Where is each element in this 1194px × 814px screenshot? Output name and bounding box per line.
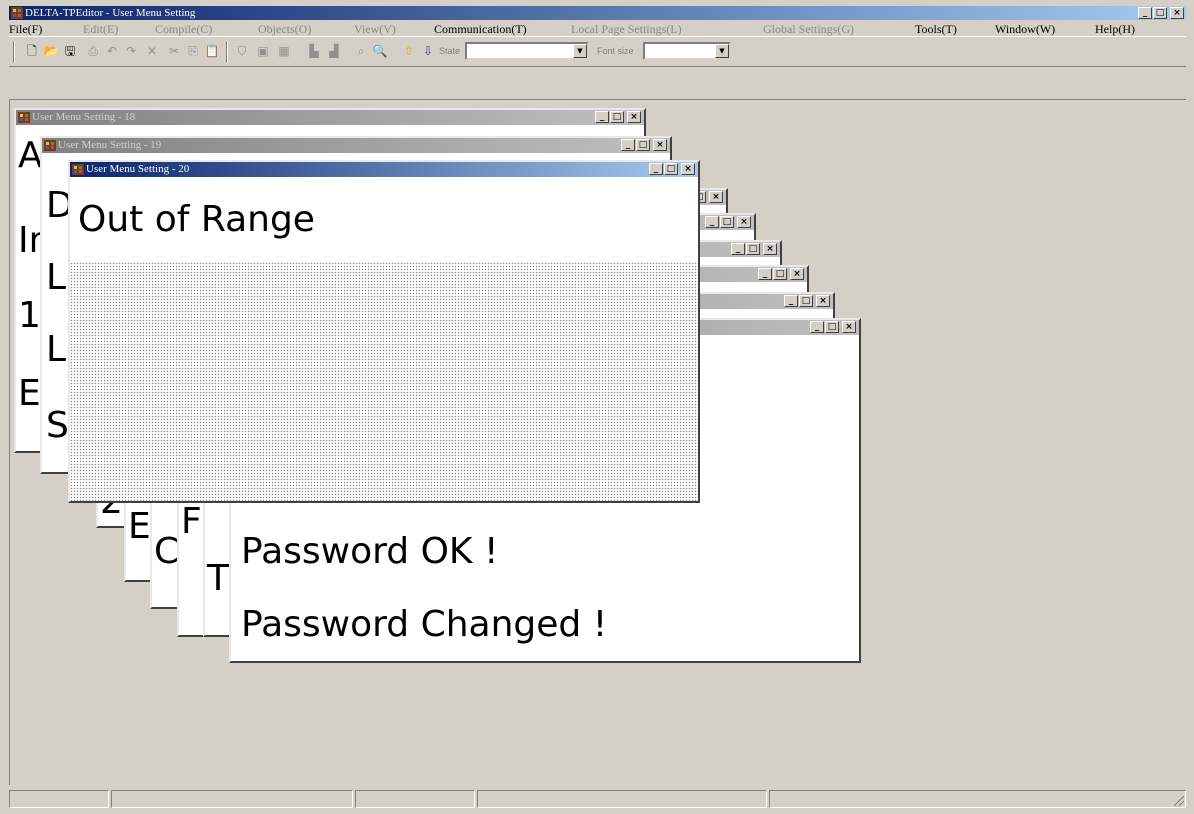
window-title: User Menu Setting - 20 [86,163,190,175]
minimize-button[interactable]: _ [705,216,719,228]
window-title-bar[interactable]: User Menu Setting - 19 _ □ × [42,138,670,153]
maximize-button[interactable]: □ [1153,7,1167,19]
arrow-down-icon[interactable]: ⇩ [419,42,437,60]
window-title-bar[interactable]: User Menu Setting - 18 _ □ × [16,110,644,125]
maximize-button[interactable]: □ [610,111,624,123]
maximize-button[interactable]: □ [746,243,760,255]
status-panel [477,790,767,808]
close-button[interactable]: × [790,268,804,280]
state-label: State [439,46,461,56]
undo-icon[interactable]: ↶ [103,42,121,60]
copy-icon[interactable]: ⎘ [184,42,202,60]
password-changed-text: Password Changed ! [241,604,608,645]
close-button[interactable]: × [709,191,723,203]
status-bar [9,788,1186,808]
maximize-button[interactable]: □ [636,139,650,151]
save-icon[interactable]: 🖫 [61,42,79,60]
state-combo[interactable]: ▼ [465,42,589,60]
dot-grid-canvas[interactable] [70,262,698,501]
minimize-button[interactable]: _ [731,243,745,255]
window-title-bar[interactable]: User Menu Setting - 20 _ □ × [70,162,698,177]
redo-icon[interactable]: ↷ [122,42,140,60]
maximize-button[interactable]: □ [664,163,678,175]
toolbar-grip [13,41,15,63]
minimize-button[interactable]: _ [595,111,609,123]
app-icon [11,7,23,19]
menu-text: 1 [18,295,41,336]
minimize-button[interactable]: _ [758,268,772,280]
app-title-bar[interactable]: DELTA-TPEditor - User Menu Setting _ □ × [9,6,1186,20]
font-size-label: Font size [597,46,634,56]
minimize-button[interactable]: _ [810,321,824,333]
maximize-button[interactable]: □ [773,268,787,280]
menu-text: F [181,501,202,542]
status-panel [769,790,1186,808]
menu-text: A [18,135,43,176]
resize-grip-icon[interactable] [1174,796,1184,806]
out-of-range-text: Out of Range [78,199,315,240]
window-user-menu-20[interactable]: User Menu Setting - 20 _ □ × Out of Rang… [68,160,700,503]
minimize-button[interactable]: _ [784,295,798,307]
zoom-in-icon[interactable]: 🔍 [371,42,389,60]
minimize-button[interactable]: _ [1138,7,1152,19]
menu-text: L [46,329,67,370]
status-panel [111,790,353,808]
compile-icon[interactable]: ⛉ [233,42,251,60]
zoom-out-icon[interactable]: ⌕ [352,42,370,60]
menu-text: E [18,373,41,414]
window-title: User Menu Setting - 19 [58,139,162,151]
menu-text: S [46,405,69,446]
chevron-down-icon[interactable]: ▼ [573,44,587,58]
maximize-button[interactable]: □ [799,295,813,307]
new-icon[interactable]: 🗋 [23,42,41,60]
password-ok-text: Password OK ! [241,531,499,572]
close-button[interactable]: × [653,139,667,151]
close-button[interactable]: × [816,295,830,307]
minimize-button[interactable]: _ [621,139,635,151]
minimize-button[interactable]: _ [649,163,663,175]
close-button[interactable]: × [1170,7,1184,19]
upload-icon[interactable]: ▣ [254,42,272,60]
chevron-down-icon[interactable]: ▼ [715,44,729,58]
menu-text: E [128,506,151,547]
menu-text: C [154,531,180,572]
paste-icon[interactable]: 📋 [203,42,221,60]
menu-text: L [46,257,67,298]
close-button[interactable]: × [842,321,856,333]
delete-icon[interactable]: ✕ [143,42,161,60]
window-title: User Menu Setting - 18 [32,111,136,123]
status-panel [9,790,109,808]
download-icon[interactable]: ▦ [275,42,293,60]
page-next-icon[interactable]: ▟ [325,42,343,60]
maximize-button[interactable]: □ [825,321,839,333]
page-prev-icon[interactable]: ▙ [305,42,323,60]
close-button[interactable]: × [737,216,751,228]
close-button[interactable]: × [627,111,641,123]
arrow-up-icon[interactable]: ⇧ [400,42,418,60]
maximize-button[interactable]: □ [720,216,734,228]
cut-icon[interactable]: ✂ [165,42,183,60]
close-button[interactable]: × [763,243,777,255]
menu-text: T [207,558,229,599]
open-icon[interactable]: 📂 [42,42,60,60]
font-size-combo[interactable]: ▼ [643,42,731,60]
app-title: DELTA-TPEditor - User Menu Setting [25,7,196,19]
toolbar-separator [226,41,228,63]
window-icon [18,112,30,123]
status-panel [355,790,475,808]
close-button[interactable]: × [681,163,695,175]
window-icon [44,140,56,151]
window-icon [72,164,84,175]
toolbar: 🗋 📂 🖫 ⎙ ↶ ↷ ✕ ✂ ⎘ 📋 ⛉ ▣ ▦ ▙ ▟ ⌕ 🔍 ⇧ ⇩ St… [9,36,1186,67]
print-icon[interactable]: ⎙ [84,42,102,60]
